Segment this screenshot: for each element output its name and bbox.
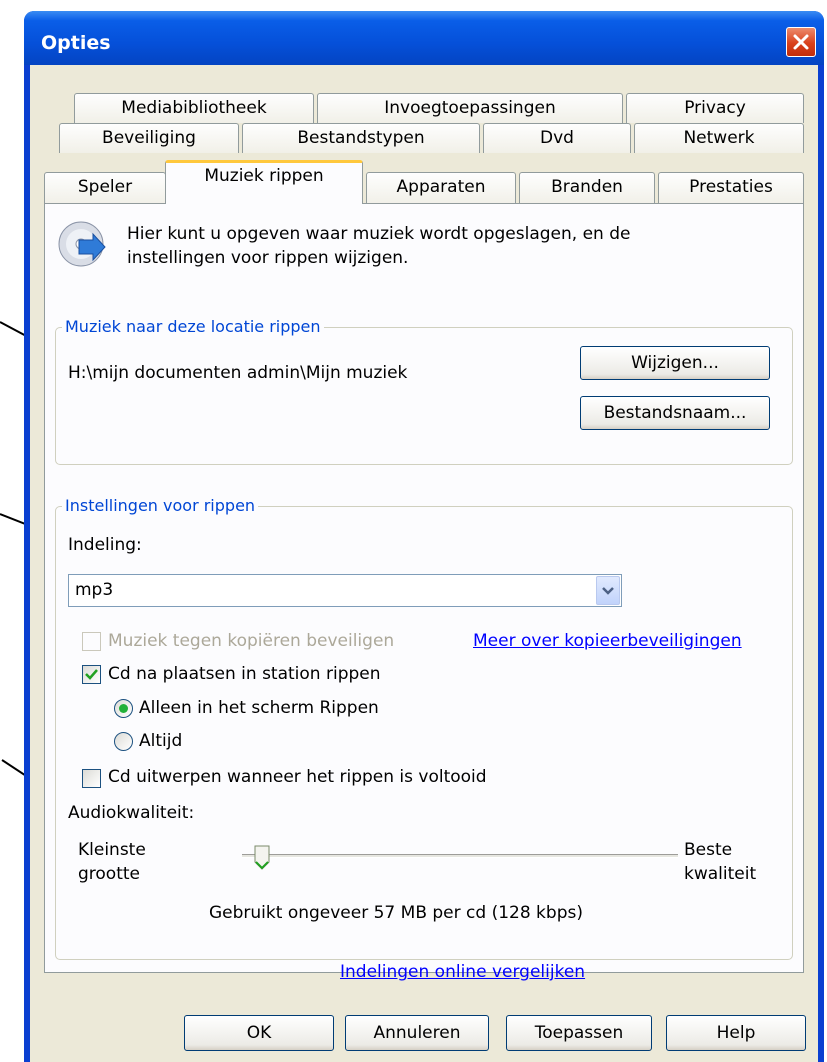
eject-after-label: Cd uitwerpen wanneer het rippen is volto… bbox=[108, 767, 487, 787]
audio-quality-slider-thumb[interactable] bbox=[254, 845, 270, 871]
compare-formats-link[interactable]: Indelingen online vergelijken bbox=[340, 962, 585, 982]
copy-protect-info-link[interactable]: Meer over kopieerbeveiligingen bbox=[473, 631, 742, 651]
rip-settings-group-label: Instellingen voor rippen bbox=[62, 496, 259, 515]
tab-apparaten[interactable]: Apparaten bbox=[366, 172, 516, 204]
rip-settings-group: Instellingen voor rippen Indeling: mp3 M… bbox=[55, 496, 793, 982]
intro-text-line2: instellingen voor rippen wijzigen. bbox=[127, 248, 409, 268]
radio-always-label: Altijd bbox=[139, 731, 183, 751]
filename-button[interactable]: Bestandsnaam... bbox=[580, 396, 770, 430]
close-button[interactable] bbox=[786, 27, 816, 57]
radio-only-rip-screen-label: Alleen in het scherm Rippen bbox=[139, 698, 379, 718]
cancel-button[interactable]: Annuleren bbox=[345, 1015, 489, 1051]
help-button[interactable]: Help bbox=[666, 1015, 806, 1051]
chevron-down-icon bbox=[602, 587, 614, 595]
tab-speler[interactable]: Speler bbox=[44, 172, 166, 204]
audio-quality-slider-track[interactable] bbox=[242, 854, 678, 858]
format-label: Indeling: bbox=[68, 535, 142, 555]
eject-after-checkbox[interactable] bbox=[82, 769, 101, 788]
intro-text-line1-bound: Hier kunt u opgeven waar muziek wordt op… bbox=[127, 224, 631, 244]
title-bar[interactable]: Opties bbox=[24, 11, 824, 65]
slider-min-label-line2: grootte bbox=[78, 864, 140, 884]
format-dropdown-button[interactable] bbox=[596, 576, 620, 605]
format-select[interactable]: mp3 bbox=[68, 574, 622, 607]
rip-on-insert-checkbox[interactable] bbox=[82, 665, 101, 684]
tab-branden[interactable]: Branden bbox=[519, 172, 655, 204]
rip-location-path: H:\mijn documenten admin\Mijn muziek bbox=[68, 363, 408, 383]
tab-bestandstypen[interactable]: Bestandstypen bbox=[242, 123, 480, 153]
rip-on-insert-label: Cd na plaatsen in station rippen bbox=[108, 664, 381, 684]
format-select-value: mp3 bbox=[75, 580, 114, 600]
tab-netwerk[interactable]: Netwerk bbox=[634, 123, 804, 153]
ok-button[interactable]: OK bbox=[184, 1015, 334, 1051]
radio-only-rip-screen[interactable] bbox=[114, 699, 133, 718]
copy-protect-label: Muziek tegen kopiëren beveiligen bbox=[108, 631, 395, 651]
tab-prestaties[interactable]: Prestaties bbox=[658, 172, 804, 204]
location-group: Muziek naar deze locatie rippen H:\mijn … bbox=[55, 317, 793, 465]
cd-rip-icon bbox=[58, 221, 106, 267]
apply-button[interactable]: Toepassen bbox=[506, 1015, 652, 1051]
copy-protect-checkbox[interactable] bbox=[82, 632, 101, 651]
size-info-text: Gebruikt ongeveer 57 MB per cd (128 kbps… bbox=[209, 903, 583, 923]
window-title: Opties bbox=[41, 32, 111, 54]
tab-muziek-rippen[interactable]: Muziek rippen bbox=[165, 160, 363, 204]
radio-selected-dot bbox=[119, 704, 128, 713]
tab-beveiliging[interactable]: Beveiliging bbox=[59, 123, 239, 153]
radio-always[interactable] bbox=[114, 732, 133, 751]
audio-quality-label: Audiokwaliteit: bbox=[68, 803, 195, 823]
dialog-client-area: Mediabibliotheek Invoegtoepassingen Priv… bbox=[30, 65, 818, 1062]
tab-dvd[interactable]: Dvd bbox=[483, 123, 631, 153]
change-location-button[interactable]: Wijzigen... bbox=[580, 346, 770, 380]
location-group-label: Muziek naar deze locatie rippen bbox=[62, 317, 324, 336]
tab-invoegtoepassingen[interactable]: Invoegtoepassingen bbox=[317, 93, 623, 123]
options-dialog: Opties Mediabibliotheek Invoegtoepassing… bbox=[24, 11, 824, 1062]
slider-min-label-line1: Kleinste bbox=[78, 840, 146, 860]
slider-max-label-line2: kwaliteit bbox=[684, 864, 757, 884]
slider-max-label-line1: Beste bbox=[684, 840, 733, 860]
tab-privacy[interactable]: Privacy bbox=[626, 93, 804, 123]
close-icon bbox=[793, 34, 809, 50]
tab-mediabibliotheek[interactable]: Mediabibliotheek bbox=[74, 93, 314, 123]
checkmark-icon bbox=[85, 669, 98, 680]
